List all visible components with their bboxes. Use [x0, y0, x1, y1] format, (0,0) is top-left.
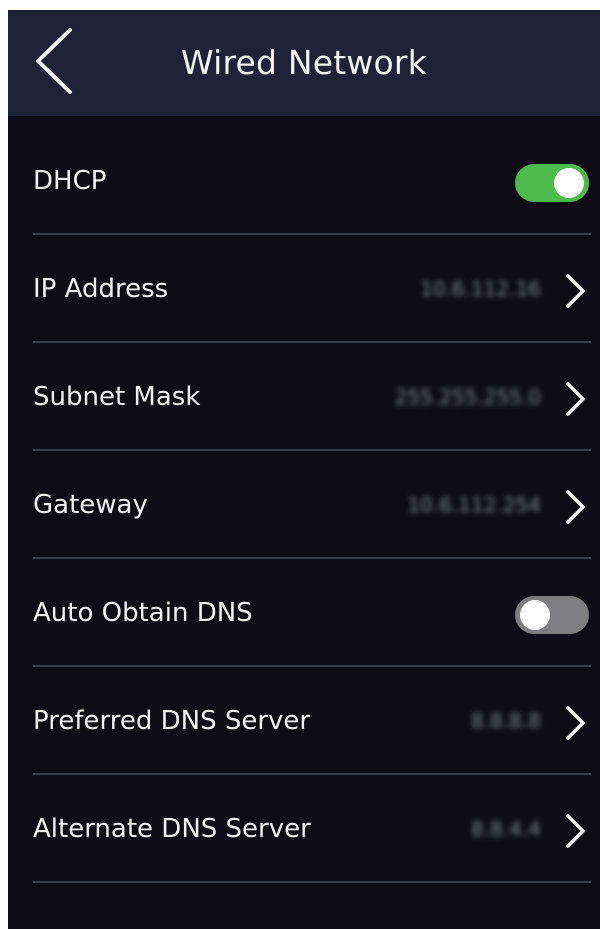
setting-label: Alternate DNS Server — [33, 814, 311, 844]
header-bar: Wired Network — [8, 10, 600, 116]
setting-row-ip-address[interactable]: IP Address 10.6.112.16 — [33, 235, 591, 343]
auto-obtain-dns-toggle[interactable] — [515, 596, 589, 634]
page-title: Wired Network — [180, 43, 428, 82]
dhcp-toggle[interactable] — [515, 164, 589, 202]
back-button[interactable] — [26, 24, 86, 98]
setting-row-subnet-mask[interactable]: Subnet Mask 255.255.255.0 — [33, 343, 591, 451]
setting-label: Gateway — [33, 490, 148, 520]
chevron-right-icon — [566, 382, 585, 416]
wired-network-screen: Wired Network DHCP IP Address 10.6.112.1… — [8, 10, 600, 929]
setting-value: 10.6.112.16 — [420, 277, 541, 301]
setting-row-dhcp: DHCP — [33, 127, 591, 235]
setting-value: 8.8.4.4 — [471, 817, 541, 841]
setting-row-gateway[interactable]: Gateway 10.6.112.254 — [33, 451, 591, 559]
chevron-right-icon — [566, 490, 585, 524]
settings-list: DHCP IP Address 10.6.112.16 Subnet Mask … — [8, 127, 600, 883]
setting-row-auto-obtain-dns: Auto Obtain DNS — [33, 559, 591, 667]
toggle-knob — [554, 168, 584, 198]
setting-value: 10.6.112.254 — [407, 493, 541, 517]
chevron-left-icon — [36, 28, 72, 94]
setting-row-preferred-dns[interactable]: Preferred DNS Server 8.8.8.8 — [33, 667, 591, 775]
chevron-right-icon — [566, 706, 585, 740]
setting-row-alternate-dns[interactable]: Alternate DNS Server 8.8.4.4 — [33, 775, 591, 883]
setting-value: 8.8.8.8 — [471, 709, 541, 733]
chevron-right-icon — [566, 814, 585, 848]
setting-label: Auto Obtain DNS — [33, 598, 253, 628]
setting-label: IP Address — [33, 274, 169, 304]
setting-label: Preferred DNS Server — [33, 706, 311, 736]
toggle-knob — [520, 600, 550, 630]
chevron-right-icon — [566, 274, 585, 308]
setting-value: 255.255.255.0 — [394, 385, 541, 409]
setting-label: DHCP — [33, 166, 107, 196]
setting-label: Subnet Mask — [33, 382, 201, 412]
